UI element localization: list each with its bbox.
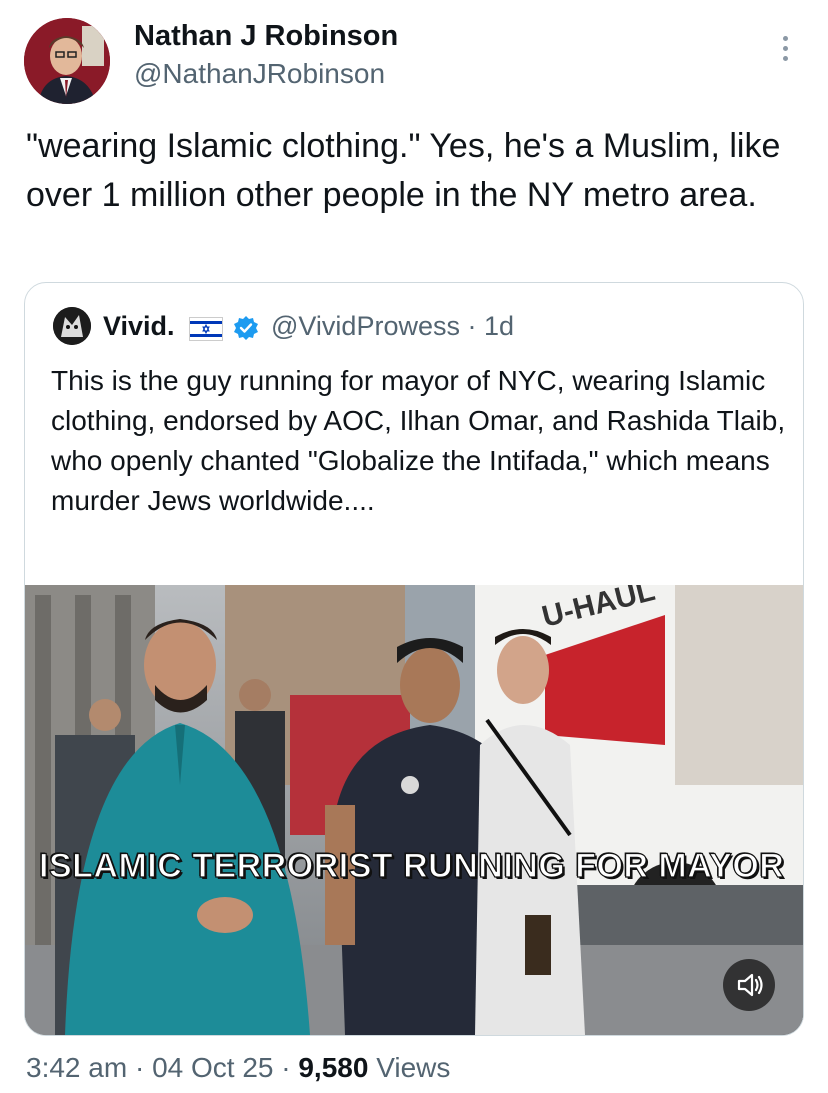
views-label: Views bbox=[376, 1052, 451, 1083]
views-count: 9,580 bbox=[298, 1052, 369, 1083]
tweet-date[interactable]: 04 Oct 25 bbox=[152, 1052, 273, 1083]
israel-flag-icon bbox=[189, 317, 223, 341]
video-thumbnail[interactable]: U-HAUL ISLAMIC TERRORIST RUNNING FOR MAY… bbox=[25, 585, 803, 1035]
speaker-icon[interactable] bbox=[723, 959, 775, 1011]
verified-badge-icon bbox=[233, 315, 259, 341]
quoted-author-name[interactable]: Vivid. bbox=[103, 311, 175, 342]
video-caption: ISLAMIC TERRORIST RUNNING FOR MAYOR bbox=[38, 846, 785, 885]
street-scene-image: U-HAUL bbox=[25, 585, 803, 1035]
author-avatar[interactable] bbox=[24, 18, 110, 104]
tweet-time[interactable]: 3:42 am bbox=[26, 1052, 127, 1083]
more-options-icon[interactable] bbox=[776, 36, 794, 70]
quoted-author-avatar[interactable] bbox=[53, 307, 91, 345]
quoted-tweet-text: This is the guy running for mayor of NYC… bbox=[51, 365, 786, 516]
author-handle[interactable]: @NathanJRobinson bbox=[134, 58, 385, 90]
author-name[interactable]: Nathan J Robinson bbox=[134, 20, 398, 53]
quoted-tweet-card[interactable]: Vivid. @VividProwess · 1d This is the gu… bbox=[24, 282, 804, 1036]
tweet-text: "wearing Islamic clothing." Yes, he's a … bbox=[26, 127, 781, 214]
quoted-author-handle[interactable]: @VividProwess · 1d bbox=[271, 311, 514, 342]
tweet-metadata: 3:42 am · 04 Oct 25 · 9,580 Views bbox=[26, 1052, 451, 1083]
